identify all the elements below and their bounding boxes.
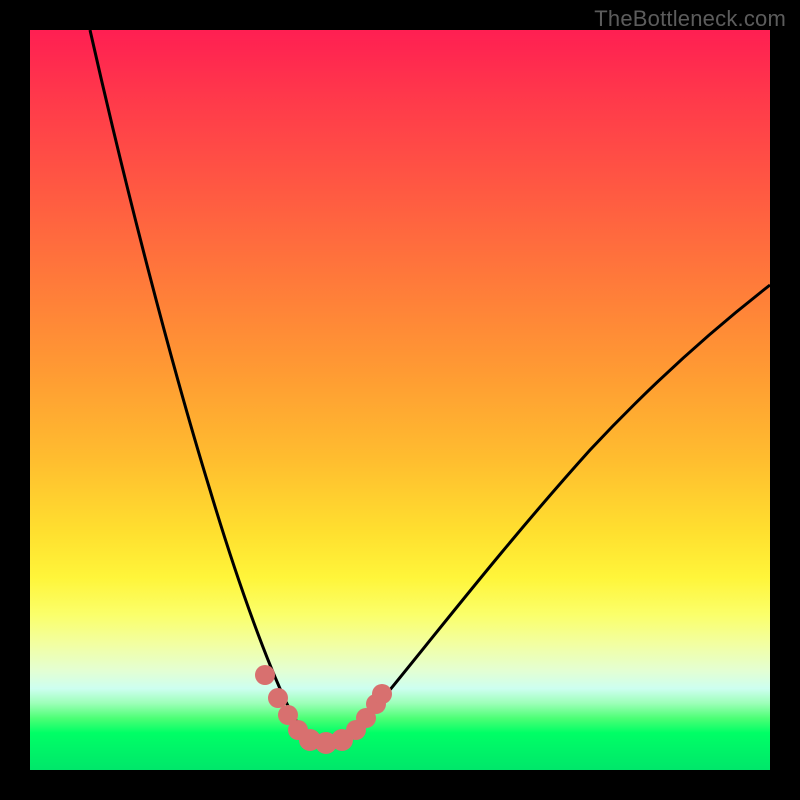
curve-right <box>325 285 770 742</box>
watermark-text: TheBottleneck.com <box>594 6 786 32</box>
marker-dot <box>255 665 275 685</box>
chart-svg <box>30 30 770 770</box>
curve-left <box>90 30 325 742</box>
marker-dot <box>268 688 288 708</box>
chart-frame: TheBottleneck.com <box>0 0 800 800</box>
plot-area <box>30 30 770 770</box>
marker-dot <box>372 684 392 704</box>
